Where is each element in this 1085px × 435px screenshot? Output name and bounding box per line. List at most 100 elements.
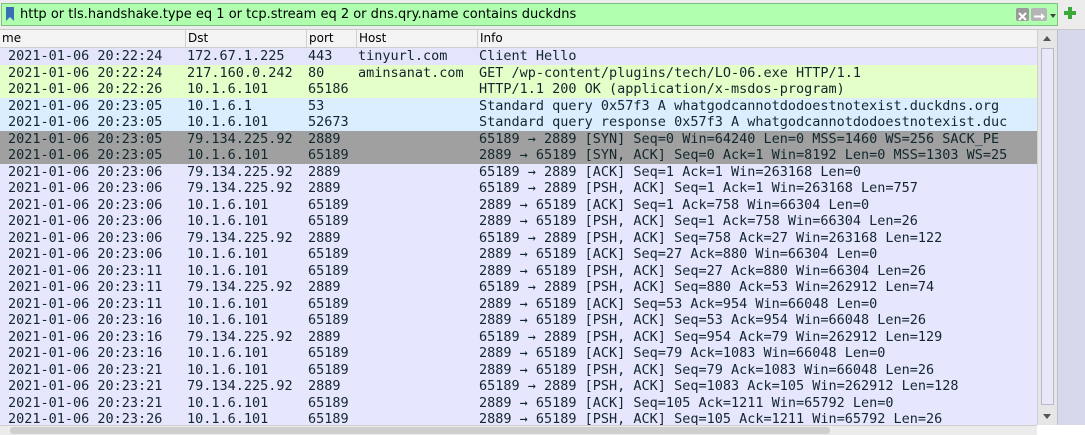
column-header-port[interactable]: port — [307, 30, 357, 47]
cell-dst: 10.1.6.101 — [187, 147, 269, 163]
cell-port: 2889 — [308, 130, 341, 147]
cell-host — [358, 296, 478, 313]
table-row[interactable]: 2021-01-06 20:23:16 10.1.6.101 65189 2889 →… — [0, 312, 1037, 329]
table-row[interactable]: 2021-01-06 20:23:16 10.1.6.101 65189 2889 →… — [0, 345, 1037, 362]
cell-time: 2021-01-06 20:23:21 — [8, 361, 163, 378]
cell-info: 65189 → 2889 [PSH, ACK] Seq=1 Ack=1 Win=… — [479, 180, 918, 196]
cell-time: 2021-01-06 20:23:11 — [8, 262, 163, 279]
cell-time: 2021-01-06 20:23:16 — [8, 328, 163, 345]
cell-info: 2889 → 65189 [SYN, ACK] Seq=0 Ack=1 Win=… — [479, 147, 1008, 163]
cell-info: Standard query 0x57f3 A whatgodcannotdod… — [479, 97, 1000, 114]
cell-host — [358, 114, 478, 131]
cell-info: 2889 → 65189 [PSH, ACK] Seq=53 Ack=954 W… — [479, 312, 927, 328]
cell-dst: 10.1.6.101 — [187, 196, 269, 213]
cell-info: 2889 → 65189 [ACK] Seq=53 Ack=954 Win=66… — [479, 295, 878, 312]
cell-dst: 79.134.225.92 — [187, 229, 293, 246]
table-row[interactable]: 2021-01-06 20:23:21 10.1.6.101 65189 2889 →… — [0, 394, 1037, 411]
cell-dst: 10.1.6.101 — [187, 312, 269, 328]
cell-info: 2889 → 65189 [ACK] Seq=105 Ack=1211 Win=… — [479, 394, 894, 411]
cell-host — [358, 345, 478, 362]
table-row[interactable]: 2021-01-06 20:23:06 10.1.6.101 65189 2889 →… — [0, 196, 1037, 213]
cell-host — [358, 230, 478, 247]
cell-host — [358, 147, 478, 164]
cell-port: 65189 — [308, 411, 349, 425]
table-row[interactable]: 2021-01-06 20:23:11 79.134.225.92 2889 6518… — [0, 279, 1037, 296]
table-row[interactable]: 2021-01-06 20:23:21 10.1.6.101 65189 2889 →… — [0, 361, 1037, 378]
cell-port: 2889 — [308, 163, 341, 180]
plus-icon[interactable] — [1063, 6, 1077, 20]
table-row[interactable]: 2021-01-06 20:23:05 10.1.6.101 65189 2889 →… — [0, 147, 1037, 164]
cell-dst: 79.134.225.92 — [187, 378, 293, 394]
cell-port: 2889 — [308, 279, 341, 295]
cell-info: 2889 → 65189 [ACK] Seq=79 Ack=1083 Win=6… — [479, 345, 886, 361]
clear-icon[interactable] — [1016, 8, 1029, 21]
apply-arrow-icon[interactable] — [1031, 8, 1047, 21]
packet-rows: 2021-01-06 20:22:24 172.67.1.225 443 tinyur… — [0, 48, 1037, 425]
cell-time: 2021-01-06 20:23:05 — [8, 130, 163, 147]
cell-dst: 79.134.225.92 — [187, 163, 293, 180]
table-row[interactable]: 2021-01-06 20:23:21 79.134.225.92 2889 6518… — [0, 378, 1037, 395]
cell-time: 2021-01-06 20:23:05 — [8, 114, 163, 130]
bookmark-icon[interactable] — [5, 7, 15, 22]
table-row[interactable]: 2021-01-06 20:23:11 10.1.6.101 65189 2889 →… — [0, 295, 1037, 313]
table-row[interactable]: 2021-01-06 20:23:06 10.1.6.101 65189 2889 →… — [0, 246, 1037, 263]
cell-host — [358, 279, 478, 296]
filter-input[interactable] — [20, 4, 1010, 25]
cell-port: 65189 — [308, 196, 349, 213]
horizontal-scrollbar-thumb[interactable] — [10, 427, 830, 434]
cell-port: 2889 — [308, 378, 341, 394]
cell-dst: 10.1.6.101 — [187, 81, 269, 97]
cell-time: 2021-01-06 20:23:26 — [8, 411, 163, 425]
table-row[interactable]: 2021-01-06 20:22:24 217.160.0.242 80 aminsa… — [0, 64, 1037, 81]
scrollbar-thumb[interactable] — [1041, 48, 1054, 405]
display-filter-field[interactable] — [1, 3, 1058, 26]
cell-time: 2021-01-06 20:23:16 — [8, 312, 163, 328]
column-header-row: me Dst port Host Info — [0, 30, 1037, 48]
vertical-scrollbar[interactable] — [1037, 30, 1057, 425]
scroll-up-icon[interactable] — [1043, 36, 1051, 41]
column-header-host[interactable]: Host — [357, 30, 478, 47]
cell-time: 2021-01-06 20:23:06 — [8, 213, 163, 229]
packet-minimap[interactable] — [1057, 30, 1085, 425]
cell-info: Standard query response 0x57f3 A whatgod… — [479, 114, 1008, 130]
chevron-down-icon[interactable] — [1049, 6, 1057, 24]
cell-port: 65189 — [308, 295, 349, 312]
cell-port: 65189 — [308, 246, 349, 262]
cell-dst: 10.1.6.101 — [187, 345, 269, 361]
table-row[interactable]: 2021-01-06 20:23:11 10.1.6.101 65189 2889 →… — [0, 262, 1037, 279]
table-row[interactable]: 2021-01-06 20:23:16 79.134.225.92 2889 6518… — [0, 328, 1037, 345]
packet-list[interactable]: me Dst port Host Info 2021-01-06 20:22:2… — [0, 30, 1037, 425]
column-header-time[interactable]: me — [0, 30, 186, 47]
table-row[interactable]: 2021-01-06 20:23:06 10.1.6.101 65189 2889 →… — [0, 213, 1037, 230]
cell-info: 65189 → 2889 [SYN] Seq=0 Win=64240 Len=0… — [479, 130, 1000, 147]
cell-port: 52673 — [308, 114, 349, 130]
horizontal-scrollbar[interactable] — [0, 425, 1037, 435]
column-header-info[interactable]: Info — [478, 30, 1037, 47]
cell-time: 2021-01-06 20:23:05 — [8, 147, 163, 163]
cell-time: 2021-01-06 20:23:11 — [8, 295, 163, 312]
table-row[interactable]: 2021-01-06 20:22:26 10.1.6.101 65186 HTTP/1… — [0, 81, 1037, 98]
cell-info: 65189 → 2889 [ACK] Seq=1 Ack=1 Win=26316… — [479, 163, 862, 180]
table-row[interactable]: 2021-01-06 20:23:05 79.134.225.92 2889 6518… — [0, 130, 1037, 147]
table-row[interactable]: 2021-01-06 20:23:06 79.134.225.92 2889 6518… — [0, 229, 1037, 247]
table-row[interactable]: 2021-01-06 20:23:06 79.134.225.92 2889 6518… — [0, 180, 1037, 197]
cell-info: 65189 → 2889 [PSH, ACK] Seq=954 Ack=79 W… — [479, 328, 943, 345]
cell-port: 53 — [308, 97, 325, 114]
cell-time: 2021-01-06 20:23:06 — [8, 229, 163, 246]
table-row[interactable]: 2021-01-06 20:23:05 10.1.6.1 53 Standard qu… — [0, 97, 1037, 114]
cell-port: 65189 — [308, 345, 349, 361]
cell-info: 65189 → 2889 [PSH, ACK] Seq=880 Ack=53 W… — [479, 279, 935, 295]
scroll-down-icon[interactable] — [1043, 414, 1051, 419]
cell-info: GET /wp-content/plugins/tech/LO-06.exe H… — [479, 64, 862, 81]
table-row[interactable]: 2021-01-06 20:22:24 172.67.1.225 443 tinyur… — [0, 48, 1037, 65]
table-row[interactable]: 2021-01-06 20:23:26 10.1.6.101 65189 2889 →… — [0, 411, 1037, 425]
column-header-dst[interactable]: Dst — [186, 30, 307, 47]
cell-time: 2021-01-06 20:23:16 — [8, 345, 163, 361]
cell-time: 2021-01-06 20:23:06 — [8, 196, 163, 213]
cell-info: 65189 → 2889 [PSH, ACK] Seq=1083 Ack=105… — [479, 378, 959, 394]
table-row[interactable]: 2021-01-06 20:23:06 79.134.225.92 2889 6518… — [0, 163, 1037, 180]
cell-time: 2021-01-06 20:22:24 — [8, 48, 163, 64]
cell-time: 2021-01-06 20:22:26 — [8, 81, 163, 97]
table-row[interactable]: 2021-01-06 20:23:05 10.1.6.101 52673 Standa… — [0, 114, 1037, 131]
cell-dst: 79.134.225.92 — [187, 328, 293, 345]
